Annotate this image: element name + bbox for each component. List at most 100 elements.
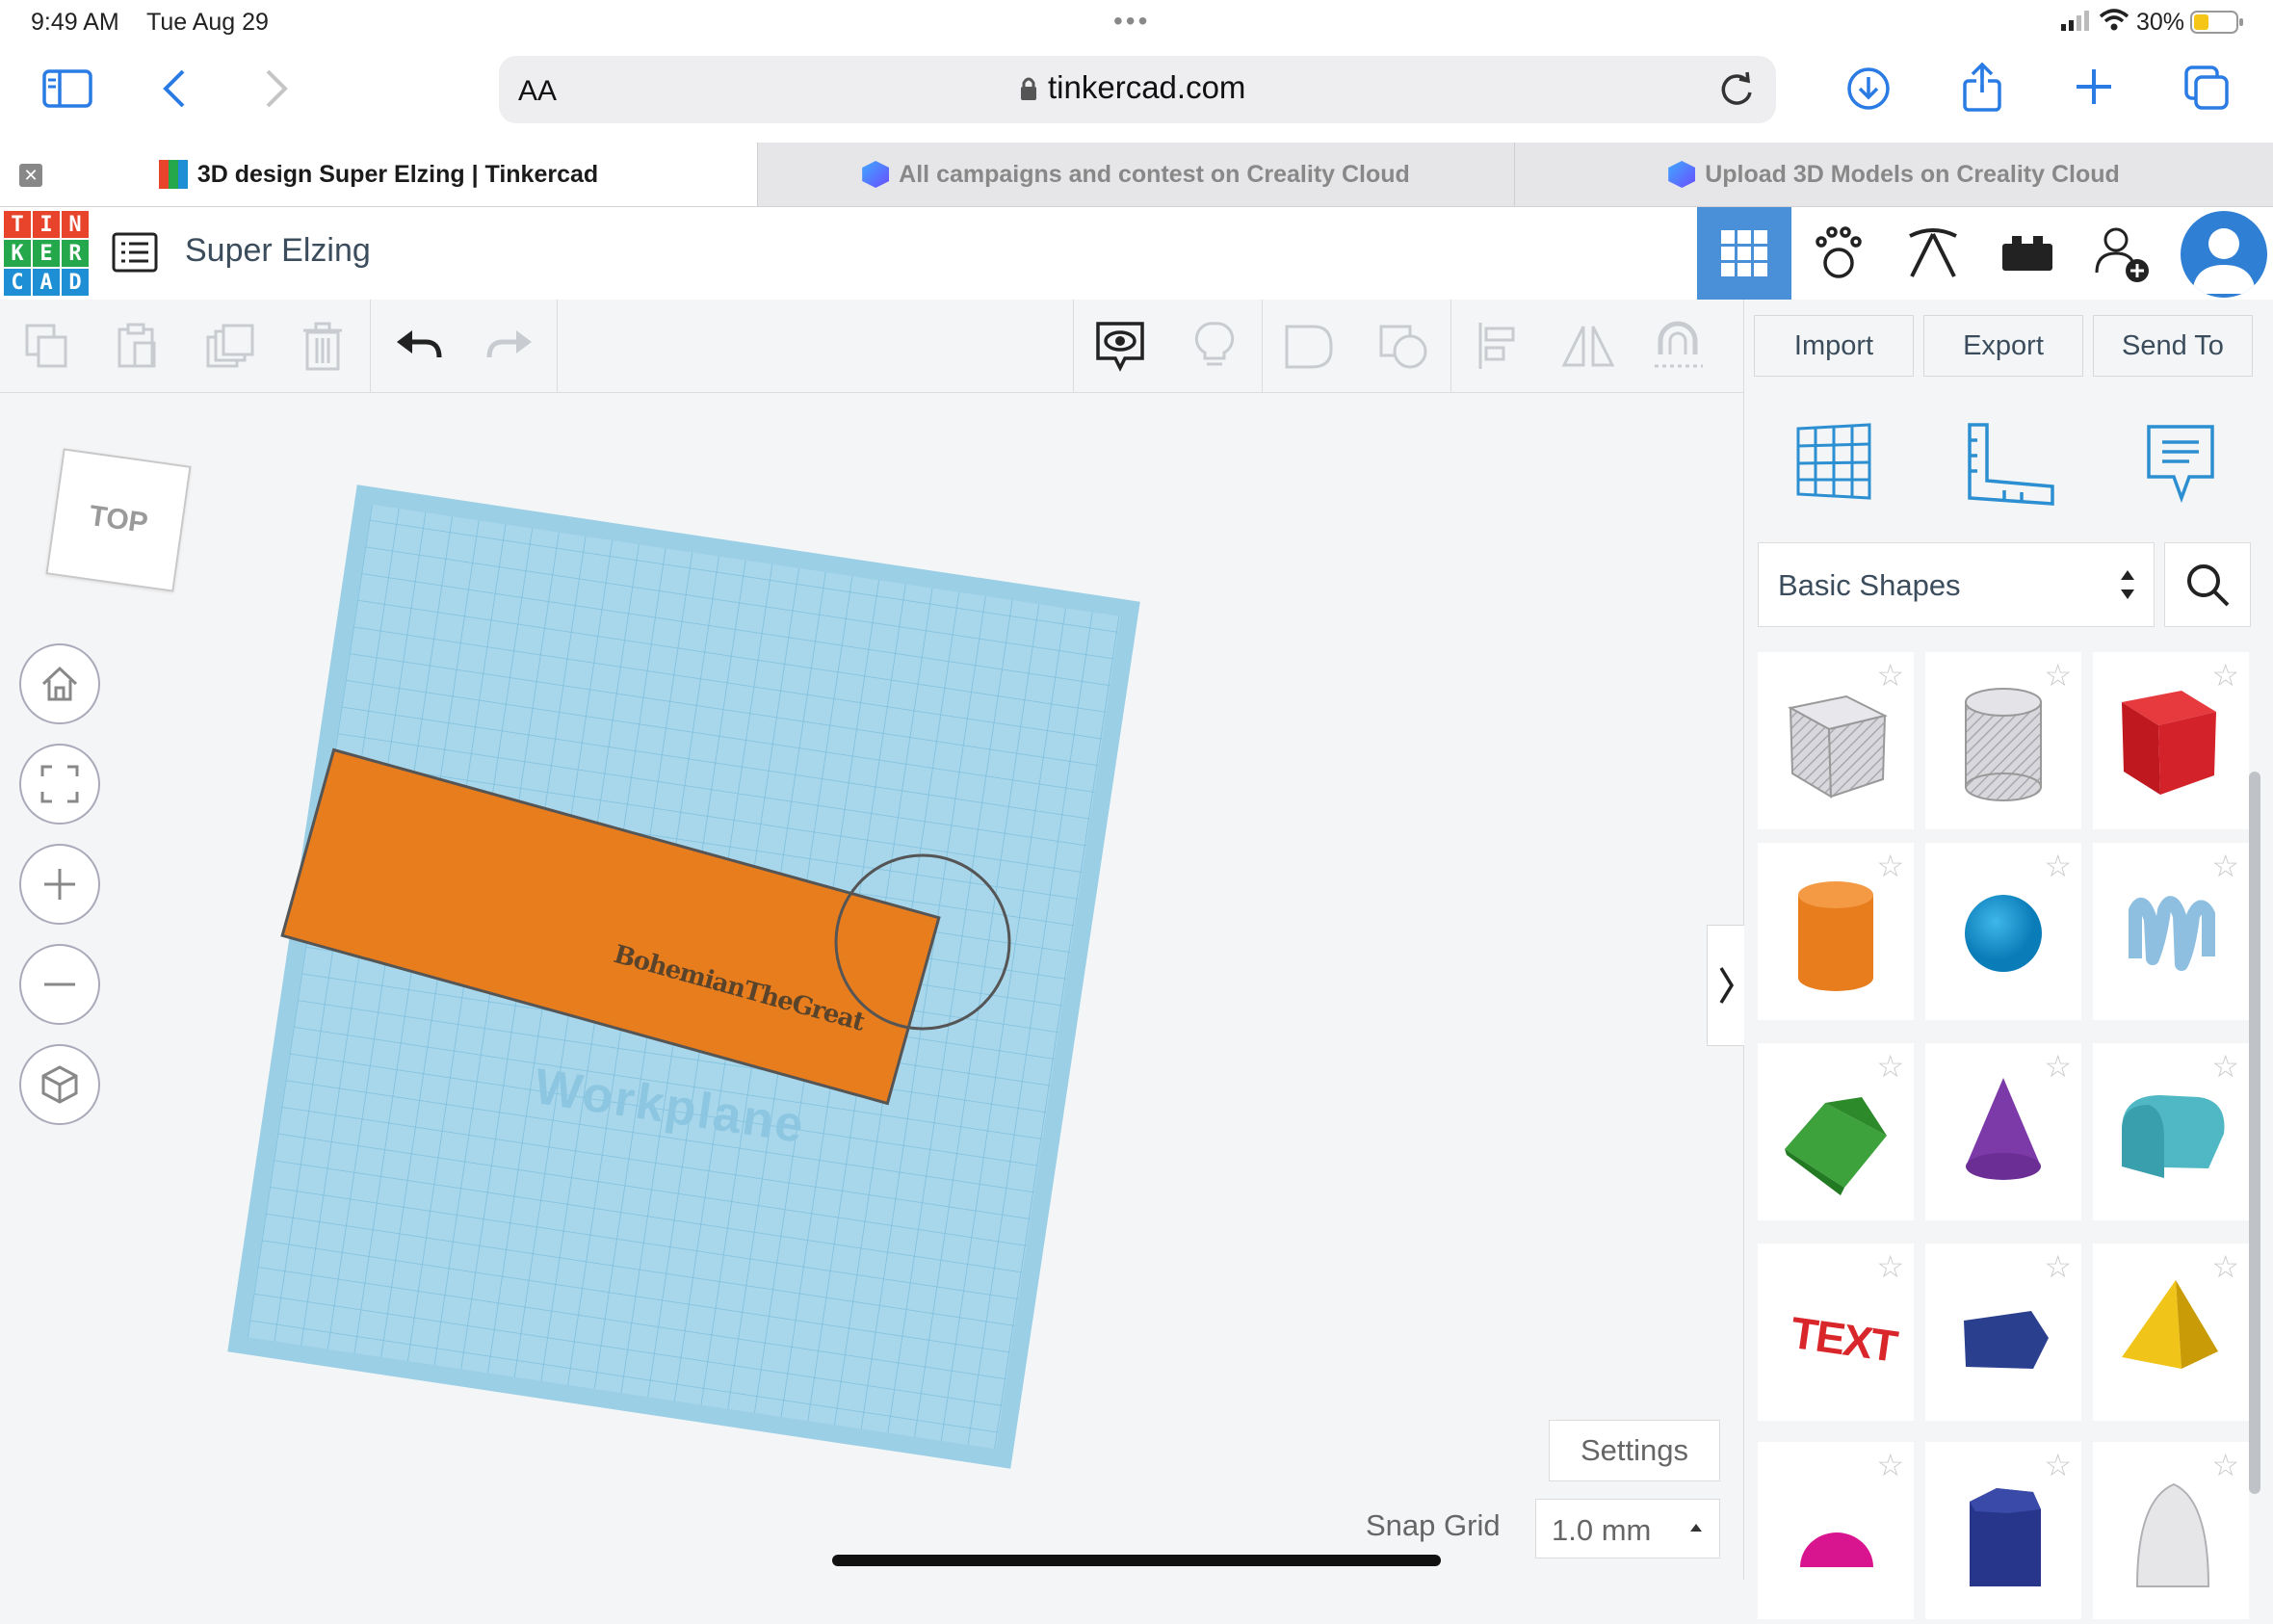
eye-note-icon [1096,322,1144,372]
tab-bar: ✕ 3D design Super Elzing | Tinkercad All… [0,143,2273,207]
cruise-button[interactable] [1633,300,1724,392]
shape-pyramid[interactable]: ☆ [2093,1244,2249,1421]
multitask-dots[interactable]: ••• [1113,6,1150,37]
import-button[interactable]: Import [1754,315,1914,377]
url-text[interactable]: tinkercad.com [1048,69,1245,106]
mirror-button[interactable] [1543,300,1633,392]
tab-creality-upload[interactable]: Upload 3D Models on Creality Cloud [1514,143,2273,206]
shape-half-sphere[interactable]: ☆ [1758,1442,1914,1619]
paste-button[interactable] [92,300,183,392]
invite-user-button[interactable] [2075,207,2169,300]
tab-tinkercad[interactable]: ✕ 3D design Super Elzing | Tinkercad [0,143,757,206]
3d-design-view-button[interactable] [1697,207,1791,300]
align-button[interactable] [1452,300,1543,392]
address-bar[interactable]: AA tinkercad.com [499,56,1776,123]
logo-letter: K [4,240,31,267]
copy-button[interactable] [2,300,92,392]
shape-round-roof[interactable]: ☆ [2093,1043,2249,1220]
favorite-star-icon[interactable]: ☆ [2044,1251,2072,1282]
shape-text[interactable]: TEXT ☆ [1758,1244,1914,1421]
logo-letter: N [62,211,89,238]
favorite-star-icon[interactable]: ☆ [1876,1450,1904,1480]
home-view-button[interactable] [19,643,100,724]
ruler-button[interactable] [1966,421,2056,512]
favorite-star-icon[interactable]: ☆ [2044,851,2072,881]
lessons-button[interactable] [1980,207,2075,300]
favorite-star-icon[interactable]: ☆ [2211,851,2239,881]
blocks-paw-icon [1816,226,1862,278]
shape-library-panel: Import Export Send To Basic Shapes ☆ ☆ ☆… [1743,300,2273,1619]
favorite-star-icon[interactable]: ☆ [2211,1051,2239,1082]
favorite-star-icon[interactable]: ☆ [1876,851,1904,881]
shape-search-button[interactable] [2164,542,2251,627]
view-cube-label: TOP [87,499,150,540]
favorite-star-icon[interactable]: ☆ [1876,660,1904,691]
logo-letter: I [33,211,60,238]
project-title[interactable]: Super Elzing [185,232,371,270]
undo-button[interactable] [374,300,464,392]
export-button[interactable]: Export [1923,315,2083,377]
tabs-overview-icon[interactable] [2182,64,2231,117]
close-tab-icon[interactable]: ✕ [19,164,42,187]
ungroup-button[interactable] [1358,300,1449,392]
sidebar-toggle-icon[interactable] [42,69,92,113]
divider [1073,300,1074,392]
favorite-star-icon[interactable]: ☆ [2044,660,2072,691]
shape-sphere[interactable]: ☆ [1925,843,2081,1020]
notes-visibility-button[interactable] [1075,300,1165,392]
send-to-button[interactable]: Send To [2093,315,2253,377]
logo-letter: C [4,269,31,296]
settings-button[interactable]: Settings [1549,1420,1720,1481]
trash-icon [303,322,342,371]
tinkercad-logo[interactable]: T I N K E R C A D [4,211,89,296]
favorite-star-icon[interactable]: ☆ [1876,1051,1904,1082]
shape-paraboloid[interactable]: ☆ [2093,1442,2249,1619]
shape-box[interactable]: ☆ [1758,652,1914,829]
reload-icon[interactable] [1718,71,1755,113]
collapse-panel-button[interactable] [1707,925,1744,1046]
perspective-toggle-button[interactable] [19,1044,100,1125]
shape-solid-box[interactable]: ☆ [2093,652,2249,829]
user-avatar[interactable] [2181,211,2267,298]
snap-grid-select[interactable]: 1.0 mm [1535,1499,1720,1559]
search-icon [2187,564,2230,607]
notes-button[interactable] [2145,421,2218,512]
shape-roof[interactable]: ☆ [1758,1043,1914,1220]
shape-category-select[interactable]: Basic Shapes [1758,542,2155,627]
zoom-out-button[interactable] [19,944,100,1025]
download-icon[interactable] [1845,65,1892,117]
zoom-in-button[interactable] [19,844,100,925]
hint-button[interactable] [1169,300,1260,392]
favorite-star-icon[interactable]: ☆ [2211,660,2239,691]
favorite-star-icon[interactable]: ☆ [2044,1450,2072,1480]
design-list-icon[interactable] [112,232,158,277]
fit-view-button[interactable] [19,744,100,825]
favorite-star-icon[interactable]: ☆ [2211,1251,2239,1282]
shape-cylinder-solid[interactable]: ☆ [1758,843,1914,1020]
forward-icon[interactable] [262,67,291,115]
shape-polygon[interactable]: ☆ [1925,1442,2081,1619]
favorite-star-icon[interactable]: ☆ [2044,1051,2072,1082]
duplicate-button[interactable] [185,300,275,392]
library-scrollbar[interactable] [2249,772,2260,1494]
favorite-star-icon[interactable]: ☆ [1876,1251,1904,1282]
delete-button[interactable] [277,300,368,392]
view-cube[interactable]: TOP [45,448,192,592]
back-icon[interactable] [160,67,189,115]
workplane-grid-button[interactable] [1792,421,1875,509]
shape-cone[interactable]: ☆ [1925,1043,2081,1220]
favorite-star-icon[interactable]: ☆ [2211,1450,2239,1480]
shape-cylinder[interactable]: ☆ [1925,652,2081,829]
workplane-icon [1796,423,1871,500]
bricks-view-button[interactable] [1886,207,1980,300]
new-tab-icon[interactable] [2073,65,2115,113]
3d-viewport[interactable]: BohemianTheGreat Workplane TOP Settings … [0,393,1744,1580]
redo-button[interactable] [464,300,555,392]
share-icon[interactable] [1959,62,2005,117]
shape-scribble[interactable]: ☆ [2093,843,2249,1020]
text-size-button[interactable]: AA [518,75,557,108]
group-button[interactable] [1264,300,1354,392]
blocks-view-button[interactable] [1791,207,1886,300]
shape-hexagonal-prism[interactable]: ☆ [1925,1244,2081,1421]
tab-creality-campaigns[interactable]: All campaigns and contest on Creality Cl… [757,143,1514,206]
